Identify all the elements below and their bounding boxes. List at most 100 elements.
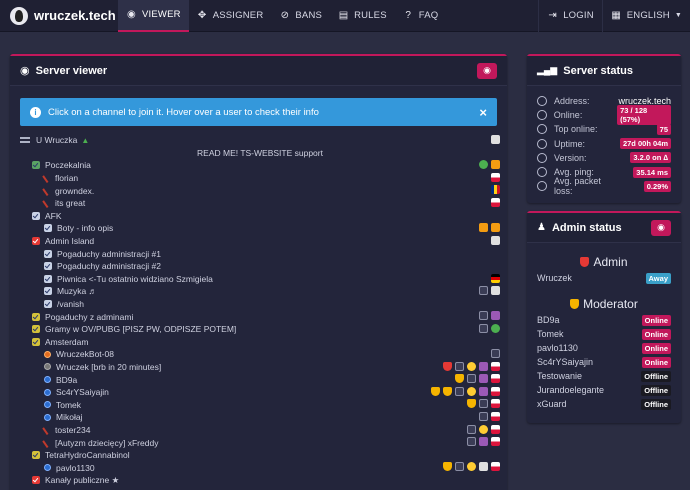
user-status-icon <box>44 388 51 396</box>
channel-row[interactable]: /vanish <box>20 298 500 311</box>
close-icon[interactable]: × <box>479 105 487 120</box>
status-badge: Offline <box>641 384 671 396</box>
server-status-panel: ▂▄▆ Server status Address: wruczek.tech On… <box>527 54 681 203</box>
user-row[interactable]: Mikołaj <box>20 411 500 424</box>
user-name: florian <box>55 173 79 184</box>
member-name: BD9a <box>537 315 560 325</box>
user-row[interactable]: Sc4rYSaiyajin <box>20 386 500 399</box>
channel-row[interactable]: TetraHydroCannabinol <box>20 449 500 462</box>
login-button[interactable]: ⇥ LOGIN <box>539 0 602 32</box>
badge-icon <box>479 361 488 371</box>
shield-icon <box>580 257 590 267</box>
user-row[interactable]: toster234 <box>20 424 500 437</box>
signal-icon: ▂▄▆ <box>537 65 558 75</box>
spacer-row[interactable]: READ ME! TS-WEBSITE support <box>20 147 500 160</box>
channel-row[interactable]: Muzyka ♬ <box>20 285 500 298</box>
status-icon <box>537 96 547 107</box>
brand[interactable]: wruczek.tech <box>0 0 118 32</box>
server-row[interactable]: U Wruczka ▲ <box>20 134 500 147</box>
status-icon <box>537 124 547 135</box>
channel-row[interactable]: Admin Island <box>20 235 500 248</box>
channel-icon <box>32 325 40 334</box>
channel-row[interactable]: Gramy w OV/PUBG [PISZ PW, ODPISZE POTEM] <box>20 323 500 336</box>
status-icon <box>537 181 547 192</box>
server-name: U Wruczka <box>36 135 78 146</box>
flag-icon <box>491 361 500 371</box>
user-name: pavlo1130 <box>56 462 95 473</box>
channel-name: Poczekalnia <box>45 160 91 171</box>
bot-status-icon <box>44 350 51 358</box>
user-name: Wruczek [brb in 20 minutes] <box>56 361 162 372</box>
channel-icon <box>44 249 52 258</box>
flag-icon <box>491 424 500 434</box>
question-icon: ? <box>405 10 412 21</box>
muted-mic-icon <box>42 173 52 184</box>
flag-icon <box>491 412 500 422</box>
status-label: Avg. packet loss: <box>554 176 601 197</box>
user-row[interactable]: pavlo1130 <box>20 461 500 474</box>
toggle-admin-view-button[interactable]: ◉ <box>651 219 671 236</box>
group-shield-icon <box>455 374 464 384</box>
channel-icon <box>32 211 40 220</box>
language-dropdown[interactable]: ▦ ENGLISH ▼ <box>603 0 690 32</box>
flag-icon <box>491 374 500 384</box>
flag-icon <box>491 437 500 447</box>
member-name: Wruczek <box>537 273 572 283</box>
channel-row[interactable]: Poczekalnia <box>20 159 500 172</box>
toggle-view-button[interactable]: ◉ <box>477 62 497 79</box>
channel-row[interactable]: AFK <box>20 210 500 223</box>
user-row[interactable]: its great <box>20 197 500 210</box>
status-badge: Offline <box>641 370 671 382</box>
channel-row[interactable]: Kanały publiczne ★ <box>20 474 500 487</box>
muted-mic-icon <box>42 198 52 209</box>
admin-member-row: xGuard Offline <box>527 397 681 411</box>
channel-row[interactable]: Pogaduchy administracji #2 <box>20 260 500 273</box>
nav-bans[interactable]: ⊘ BANS <box>271 0 330 32</box>
channel-name: Admin Island <box>45 236 95 247</box>
group-heading: Admin <box>527 255 681 271</box>
channel-name: Pogaduchy z adminami <box>45 311 134 322</box>
users-icon: ♟ <box>537 222 546 233</box>
eye-icon: ◉ <box>127 9 136 20</box>
channel-row[interactable]: Amsterdam <box>20 336 500 349</box>
badge-icon <box>479 323 488 333</box>
panel-title: Server status <box>563 64 633 77</box>
channel-row[interactable]: Pogaduchy z adminami <box>20 310 500 323</box>
user-name: Sc4rYSaiyajin <box>56 387 109 398</box>
status-row: Online: 73 / 128 (57%) <box>527 105 681 126</box>
status-value: 35.14 ms <box>633 166 671 178</box>
nav-assigner[interactable]: ✥ ASSIGNER <box>189 0 272 32</box>
badge-icon <box>479 386 488 396</box>
badge-icon <box>479 412 488 422</box>
panel-title: Admin status <box>551 221 622 234</box>
status-row: Version: 3.2.0 on ∆ <box>527 151 681 165</box>
admin-member-row: BD9a Online <box>527 313 681 327</box>
user-row[interactable]: Tomek <box>20 398 500 411</box>
chevron-down-icon: ▼ <box>674 12 682 19</box>
nav-rules[interactable]: ▤ RULES <box>330 0 395 32</box>
user-row[interactable]: [Autyzm dziecięcy] xFreddy <box>20 436 500 449</box>
status-badge: Online <box>641 328 671 340</box>
user-row[interactable]: Wruczek [brb in 20 minutes] <box>20 361 500 374</box>
nav-viewer[interactable]: ◉ VIEWER <box>118 0 189 32</box>
user-row[interactable]: florian <box>20 172 500 185</box>
admin-member-row: pavlo1130 Online <box>527 341 681 355</box>
group-name: Admin <box>593 255 628 269</box>
channel-row[interactable]: Boty - info opis <box>20 222 500 235</box>
channel-name: Pogaduchy administracji #1 <box>57 248 161 259</box>
user-status-icon <box>44 401 51 409</box>
status-value: 3.2.0 on ∆ <box>630 152 671 164</box>
channel-row[interactable]: Piwnica <-Tu ostatnio widziano Szmigiela <box>20 273 500 286</box>
user-row[interactable]: growndex. <box>20 184 500 197</box>
badge-icon <box>491 286 500 296</box>
channel-name: Piwnica <-Tu ostatnio widziano Szmigiela <box>57 273 213 284</box>
language-icon: ▦ <box>611 10 622 21</box>
channel-row[interactable]: Pogaduchy administracji #1 <box>20 247 500 260</box>
badge-icon <box>491 235 500 245</box>
user-row[interactable]: BD9a <box>20 373 500 386</box>
user-row[interactable]: WruczekBot-08 <box>20 348 500 361</box>
nav-faq[interactable]: ? FAQ <box>395 0 447 32</box>
channel-name: Muzyka ♬ <box>57 286 98 297</box>
channel-icon <box>44 224 52 233</box>
badge-icon <box>467 374 476 384</box>
